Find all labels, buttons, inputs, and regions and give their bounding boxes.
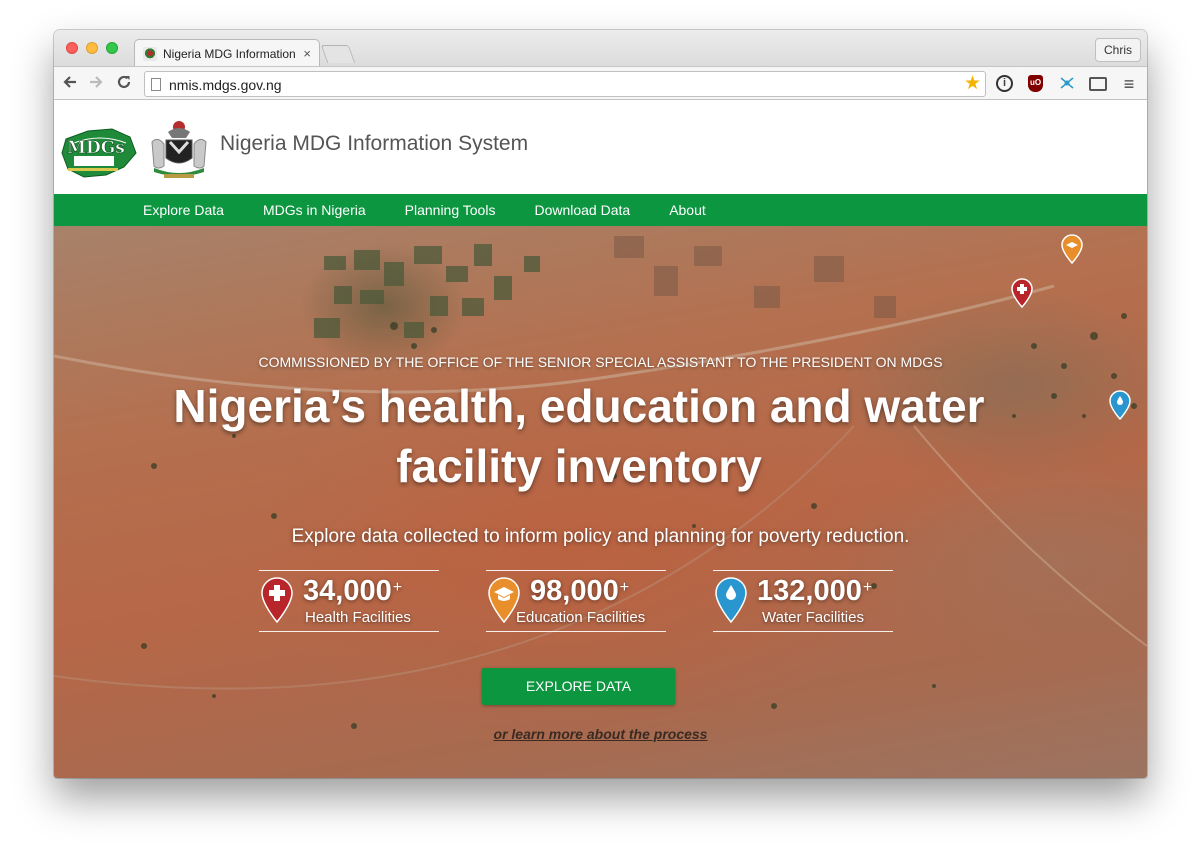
info-extension-icon[interactable]: i xyxy=(996,75,1013,92)
zoom-window-button[interactable] xyxy=(106,42,118,54)
tab-close-icon[interactable]: × xyxy=(303,46,311,61)
stat-health: 34,000+ Health Facilities xyxy=(259,570,439,632)
minimize-window-button[interactable] xyxy=(86,42,98,54)
learn-more-link-text[interactable]: or learn more about the process xyxy=(494,726,708,742)
stat-label: Health Facilities xyxy=(305,609,411,626)
site-title[interactable]: Nigeria MDG Information System xyxy=(220,132,528,156)
explore-data-button[interactable]: EXPLORE DATA xyxy=(482,668,675,705)
stat-label: Education Facilities xyxy=(516,609,646,626)
star-icon[interactable]: ★ xyxy=(964,73,981,95)
main-nav: Explore Data MDGs in Nigeria Planning To… xyxy=(54,194,1147,226)
health-pin-icon xyxy=(261,577,293,623)
favicon-icon xyxy=(143,46,157,61)
back-icon[interactable] xyxy=(60,73,80,93)
browser-window: Nigeria MDG Information S × Chris nmis.m… xyxy=(54,30,1147,778)
stat-education: 98,000+ Education Facilities xyxy=(486,570,666,632)
coat-of-arms-logo xyxy=(151,121,207,178)
stat-number: 132,000+ xyxy=(757,575,873,607)
browser-tab[interactable]: Nigeria MDG Information S × xyxy=(134,39,320,67)
hamburger-menu-icon[interactable]: ≡ xyxy=(1119,74,1139,94)
stat-number: 98,000+ xyxy=(530,575,630,607)
nav-mdgs-in-nigeria[interactable]: MDGs in Nigeria xyxy=(263,202,366,218)
hero-section: COMMISSIONED BY THE OFFICE OF THE SENIOR… xyxy=(54,226,1147,778)
new-tab-button[interactable] xyxy=(320,45,356,63)
cast-icon[interactable] xyxy=(1089,77,1107,91)
hero-subline: Explore data collected to inform policy … xyxy=(291,526,910,547)
network-extension-icon[interactable] xyxy=(1057,74,1077,94)
page-icon xyxy=(151,78,161,91)
nav-explore-data[interactable]: Explore Data xyxy=(143,202,224,218)
stat-water: 132,000+ Water Facilities xyxy=(713,570,893,632)
profile-button[interactable]: Chris xyxy=(1094,38,1141,62)
reload-icon[interactable] xyxy=(114,73,134,93)
mdg-nigeria-logo[interactable]: MDGs xyxy=(60,123,138,179)
svg-text:MDGs: MDGs xyxy=(67,138,125,158)
tab-strip: Nigeria MDG Information S × Chris xyxy=(54,30,1147,67)
site-header: MDGs Nigeria MDG Information System xyxy=(54,100,1147,194)
learn-more-link: or learn more about the process xyxy=(54,726,1147,742)
stat-number: 34,000+ xyxy=(303,575,403,607)
forward-icon[interactable] xyxy=(86,73,106,93)
tab-title: Nigeria MDG Information S xyxy=(163,46,298,61)
ublock-extension-icon[interactable]: uO xyxy=(1028,75,1043,92)
address-bar[interactable]: nmis.mdgs.gov.ng ★ xyxy=(144,71,986,97)
nav-download-data[interactable]: Download Data xyxy=(534,202,630,218)
close-window-button[interactable] xyxy=(66,42,78,54)
url-text[interactable]: nmis.mdgs.gov.ng xyxy=(169,77,282,93)
commissioned-text: COMMISSIONED BY THE OFFICE OF THE SENIOR… xyxy=(258,354,943,370)
nav-about[interactable]: About xyxy=(669,202,706,218)
water-pin-icon xyxy=(715,577,747,623)
nav-planning-tools[interactable]: Planning Tools xyxy=(405,202,496,218)
hero-content: COMMISSIONED BY THE OFFICE OF THE SENIOR… xyxy=(54,226,1147,778)
stat-label: Water Facilities xyxy=(762,609,864,626)
browser-toolbar: nmis.mdgs.gov.ng ★ i uO ≡ xyxy=(54,66,1147,100)
web-page: MDGs Nigeria MDG Information System Expl… xyxy=(54,100,1147,778)
hero-headline: Nigeria’s health, education and water fa… xyxy=(173,380,985,492)
